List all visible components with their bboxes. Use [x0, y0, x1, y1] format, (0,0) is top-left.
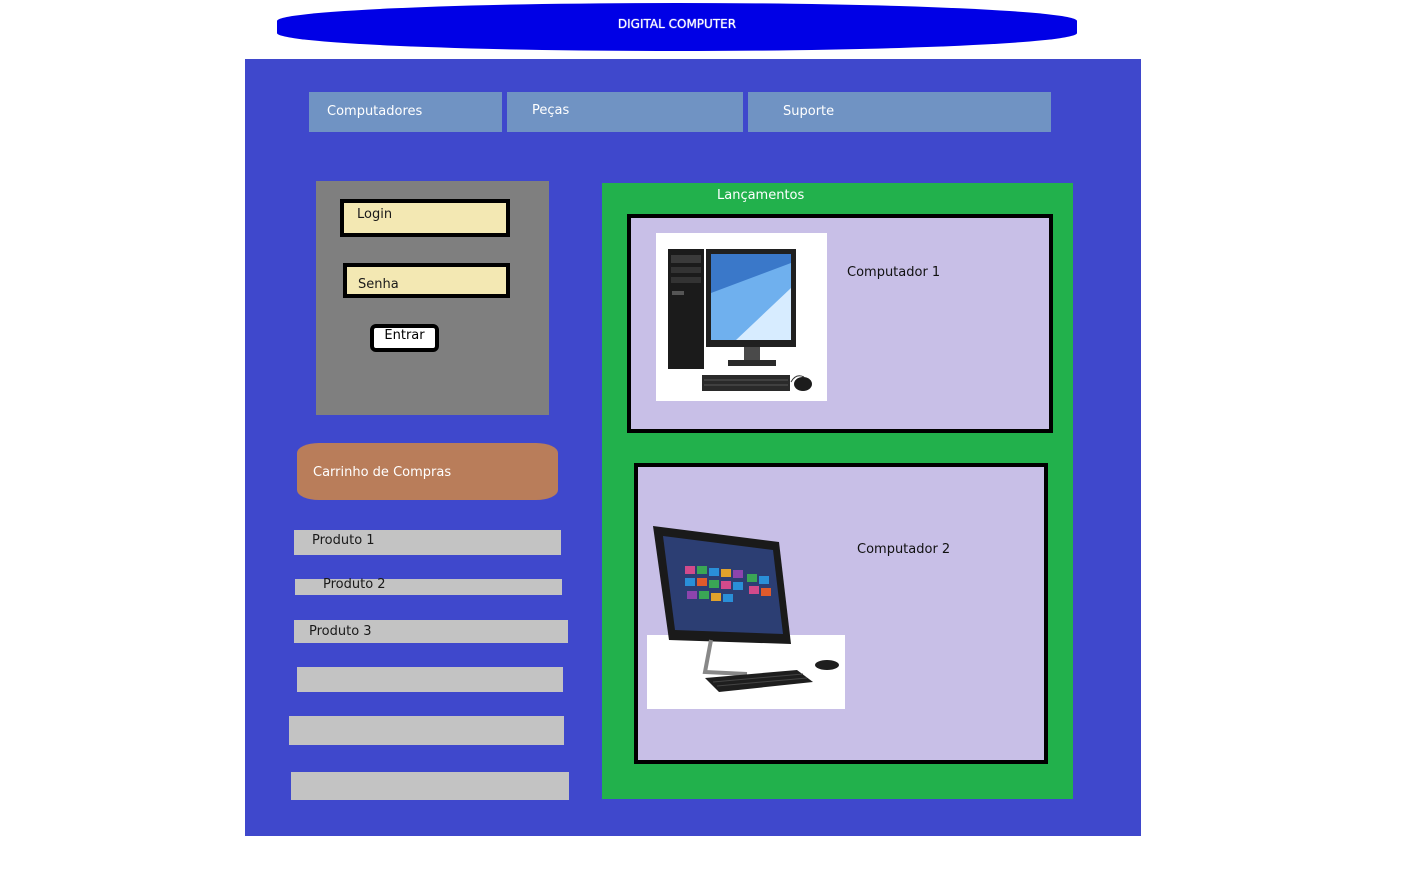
- cart-product-5[interactable]: [289, 716, 564, 745]
- password-field[interactable]: Senha: [343, 263, 510, 298]
- computer-2-image[interactable]: [647, 522, 845, 709]
- login-field[interactable]: Login: [340, 199, 510, 237]
- shopping-cart-button[interactable]: Carrinho de Compras: [297, 443, 558, 500]
- computer-2-name[interactable]: Computador 2: [857, 542, 950, 557]
- cart-product-1[interactable]: Produto 1: [294, 530, 561, 555]
- cart-product-2[interactable]: Produto 2: [295, 578, 562, 595]
- computer-1-name[interactable]: Computador 1: [847, 265, 940, 280]
- nav-support[interactable]: Suporte: [748, 92, 1051, 132]
- computer-1-image[interactable]: [656, 233, 827, 401]
- cart-product-3[interactable]: Produto 3: [294, 620, 568, 643]
- desktop-computer-icon: [668, 249, 812, 391]
- nav-parts[interactable]: Peças: [507, 92, 743, 132]
- cart-product-4[interactable]: [297, 667, 563, 692]
- launches-title: Lançamentos: [717, 188, 805, 203]
- cart-product-6[interactable]: [291, 772, 569, 800]
- nav-computers[interactable]: Computadores: [309, 92, 502, 132]
- all-in-one-computer-icon: [647, 526, 845, 709]
- enter-button[interactable]: Entrar: [370, 324, 439, 352]
- site-header-title: DIGITAL COMPUTER: [277, 3, 1077, 51]
